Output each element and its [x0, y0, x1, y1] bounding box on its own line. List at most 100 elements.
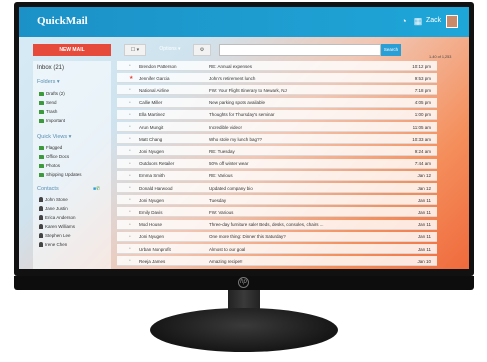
- message-time: Jan 12: [417, 173, 431, 179]
- folder-icon: [39, 154, 44, 159]
- star-icon[interactable]: •: [129, 112, 131, 118]
- monitor-neck: [228, 290, 260, 310]
- star-icon[interactable]: •: [129, 258, 131, 264]
- message-time: Jan 11: [417, 246, 431, 252]
- contact-erica-anderson[interactable]: Erica Anderson: [39, 215, 76, 220]
- message-sender: Reeja James: [139, 258, 166, 264]
- settings-icon[interactable]: ⚙: [193, 44, 211, 56]
- message-sender: Emily Davis: [139, 209, 163, 215]
- star-icon[interactable]: •: [129, 246, 131, 252]
- contacts-heading[interactable]: Contacts: [37, 186, 59, 192]
- message-sender: Donald Harwood: [139, 185, 173, 191]
- folder-icon: [39, 163, 44, 168]
- table-row[interactable]: • Callie Miller New parking spots availabl…: [117, 97, 437, 108]
- message-sender: Brendon Patterson: [139, 63, 177, 69]
- select-dropdown[interactable]: ☐ ▾: [124, 44, 146, 56]
- sidebar-item-office-docs[interactable]: Office Docs: [39, 154, 69, 159]
- message-sender: Joni Nyugen: [139, 197, 165, 203]
- options-dropdown[interactable]: Options ▾: [153, 44, 187, 56]
- clock-icon[interactable]: ◔: [399, 16, 409, 26]
- table-row[interactable]: • Matt Chang Who stole my lunch bag?? 10:33…: [117, 134, 437, 145]
- star-icon[interactable]: ★: [129, 75, 133, 81]
- sidebar-item-important[interactable]: Important: [39, 118, 65, 123]
- contact-karen-williams[interactable]: Karen Williams: [39, 224, 75, 229]
- star-icon[interactable]: •: [129, 100, 131, 106]
- sidebar-item-send[interactable]: Send: [39, 100, 57, 105]
- sidebar-item-photos[interactable]: Photos: [39, 163, 60, 168]
- table-row[interactable]: • Urban Nonprofit Almost to our goal Jan 11: [117, 244, 437, 254]
- message-time: 10:33 am: [412, 136, 431, 142]
- folder-icon: [39, 172, 44, 177]
- sidebar-item-flagged[interactable]: Flagged: [39, 145, 62, 150]
- table-row[interactable]: ★ Jennifer Garcia John's retirement lunch 9…: [117, 73, 437, 84]
- message-sender: Outdoors Retailer: [139, 161, 175, 167]
- table-row[interactable]: • Joni Nyugen Tuesday Jan 11: [117, 195, 437, 206]
- message-sender: Matt Chang: [139, 136, 163, 142]
- message-time: Jan 11: [417, 197, 431, 203]
- message-subject: FW: Various: [209, 209, 234, 215]
- message-sender: Urban Nonprofit: [139, 246, 171, 252]
- folder-icon: [39, 118, 44, 123]
- star-icon[interactable]: •: [129, 209, 131, 215]
- message-subject: Who stole my lunch bag??: [209, 136, 263, 142]
- message-sender: Joni Nyugen: [139, 234, 165, 240]
- avatar[interactable]: [446, 15, 458, 28]
- table-row[interactable]: • National Airline FW: Your Flight Itinera…: [117, 85, 437, 96]
- table-row[interactable]: • Brendon Patterson RE: Annual expenses 10:…: [117, 61, 437, 71]
- sidebar: Inbox (21) Folders ▾ Drafts (2) Send Tra…: [33, 61, 111, 269]
- table-row[interactable]: • Ella Martinez Thoughts for Thursday's se…: [117, 109, 437, 120]
- star-icon[interactable]: •: [129, 173, 131, 179]
- sidebar-item-drafts[interactable]: Drafts (2): [39, 91, 65, 96]
- contact-stephen-lee[interactable]: Stephen Lee: [39, 233, 71, 238]
- phone-icon[interactable]: ✆: [96, 186, 100, 192]
- search-button[interactable]: Search: [381, 44, 401, 56]
- sidebar-item-shipping-updates[interactable]: Shipping Updates: [39, 172, 82, 177]
- star-icon[interactable]: •: [129, 222, 131, 228]
- star-icon[interactable]: •: [129, 136, 131, 142]
- message-time: 11:05 am: [412, 124, 431, 130]
- table-row[interactable]: • Donald Harwood Updated company bio Jan 12: [117, 183, 437, 193]
- table-row[interactable]: • Emily Davis FW: Various Jan 11: [117, 207, 437, 218]
- table-row[interactable]: • Outdoors Retailer 50% off winter wear 7:4…: [117, 158, 437, 169]
- table-row[interactable]: • Arun Mungit Incredible video! 11:05 am: [117, 122, 437, 132]
- message-subject: One more thing: Dinner this Saturday?: [209, 234, 286, 240]
- star-icon[interactable]: •: [129, 197, 131, 203]
- message-sender: Mod House: [139, 222, 163, 228]
- sidebar-item-trash[interactable]: Trash: [39, 109, 57, 114]
- message-sender: Joni Nyugen: [139, 148, 165, 154]
- message-sender: Callie Miller: [139, 100, 163, 106]
- quick-views-heading[interactable]: Quick Views ▾: [37, 134, 71, 140]
- star-icon[interactable]: •: [129, 63, 131, 69]
- star-icon[interactable]: •: [129, 124, 131, 130]
- message-subject: Tuesday: [209, 197, 227, 203]
- contact-john-stone[interactable]: John Stone: [39, 197, 68, 202]
- folders-heading[interactable]: Folders ▾: [37, 79, 60, 85]
- table-row[interactable]: • Joni Nyugen One more thing: Dinner this …: [117, 231, 437, 242]
- table-row[interactable]: • Emma Smith RE: Various Jan 12: [117, 170, 437, 181]
- star-icon[interactable]: •: [129, 161, 131, 167]
- folder-icon: [39, 145, 44, 150]
- user-name[interactable]: Zack: [426, 17, 441, 24]
- message-subject: John's retirement lunch: [209, 75, 256, 81]
- contact-jane-justin[interactable]: Jane Justin: [39, 206, 68, 211]
- star-icon[interactable]: •: [129, 148, 131, 154]
- star-icon[interactable]: •: [129, 87, 131, 93]
- message-time: Jan 10: [417, 258, 431, 264]
- star-icon[interactable]: •: [129, 185, 131, 191]
- new-mail-button[interactable]: NEW MAIL: [33, 44, 111, 56]
- hp-logo-icon: hp: [238, 277, 249, 288]
- contact-irene-chen[interactable]: Irene Chen: [39, 242, 67, 247]
- star-icon[interactable]: •: [129, 234, 131, 240]
- message-sender: National Airline: [139, 87, 170, 93]
- table-row[interactable]: • Mod House Three-day furniture sale! Beds…: [117, 219, 437, 230]
- message-sender: Arun Mungit: [139, 124, 164, 130]
- app-header: QuickMail ◔ ▦ Zack: [19, 7, 469, 37]
- person-icon: [39, 242, 43, 247]
- search-input[interactable]: [219, 44, 381, 56]
- sidebar-item-inbox[interactable]: Inbox (21): [37, 65, 64, 71]
- person-icon: [39, 233, 43, 238]
- table-row[interactable]: • Reeja James Amazing recipe!! Jan 10: [117, 256, 437, 267]
- contact-actions: ■✆: [93, 186, 100, 192]
- table-row[interactable]: • Joni Nyugen RE: Tuesday 9:24 am: [117, 146, 437, 157]
- grid-icon[interactable]: ▦: [413, 16, 423, 26]
